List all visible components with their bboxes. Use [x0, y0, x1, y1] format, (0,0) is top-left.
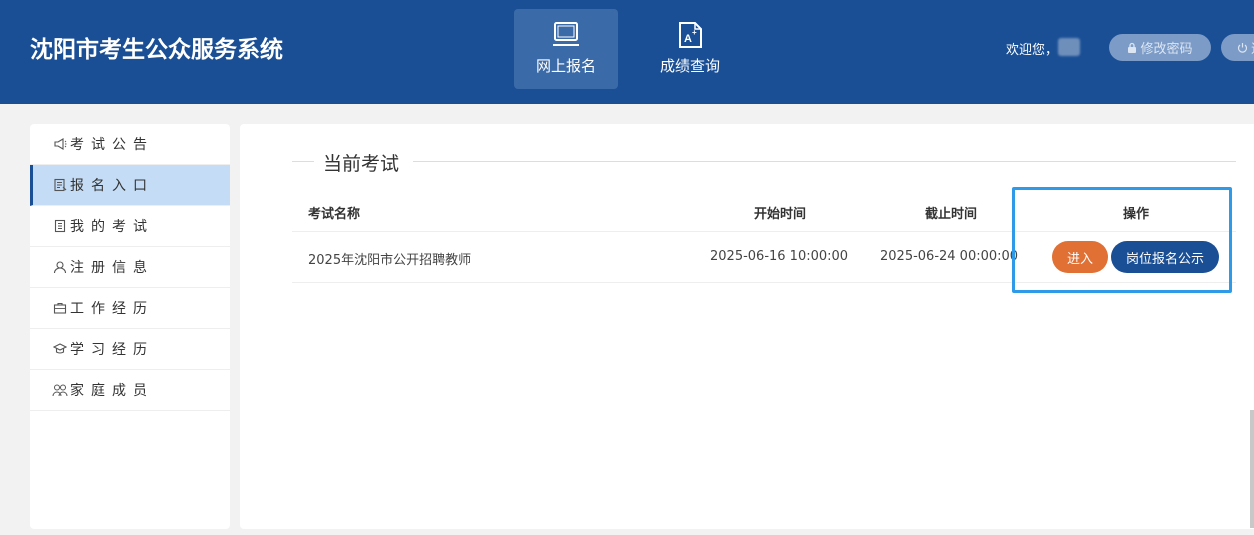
position-registration-announcement-button[interactable]: 岗位报名公示: [1111, 241, 1219, 273]
nav-grade-query[interactable]: A + 成绩查询: [638, 9, 742, 89]
exam-name-cell: 2025年沈阳市公开招聘教师: [308, 253, 472, 268]
divider: [292, 161, 314, 162]
svg-text:+: +: [692, 28, 697, 37]
sidebar-item-family-members[interactable]: 家庭成员: [30, 370, 230, 411]
change-password-label: 修改密码: [1140, 42, 1193, 57]
sidebar-item-work-experience[interactable]: 工作经历: [30, 288, 230, 329]
sidebar: 考试公告 报名入口 我的考试 注册信息 工作经历 学习经历 家庭成员: [30, 124, 230, 529]
graduation-cap-icon: [52, 341, 68, 357]
main-panel: 当前考试 考试名称 开始时间 截止时间 操作 2025年沈阳市公开招聘教师 20…: [240, 124, 1254, 529]
sidebar-item-label: 家庭成员: [70, 383, 154, 399]
family-icon: [52, 382, 68, 398]
actions-highlight-box: [1012, 187, 1232, 293]
lock-icon: [1128, 42, 1137, 53]
row-divider: [292, 282, 1236, 283]
nav-label: 网上报名: [535, 57, 596, 75]
enter-button[interactable]: 进入: [1052, 241, 1108, 273]
form-icon: [52, 177, 68, 193]
sidebar-item-my-exams[interactable]: 我的考试: [30, 206, 230, 247]
column-header-actions: 操作: [1123, 207, 1150, 222]
megaphone-icon: [52, 136, 68, 152]
sidebar-item-education[interactable]: 学习经历: [30, 329, 230, 370]
laptop-icon: [553, 22, 579, 46]
sidebar-item-label: 报名入口: [70, 178, 154, 194]
grade-document-icon: A +: [679, 22, 702, 48]
sidebar-item-label: 工作经历: [70, 301, 154, 317]
end-time-cell: 2025-06-24 00:00:00: [880, 249, 1019, 264]
power-icon: [1237, 43, 1248, 53]
nav-label: 成绩查询: [659, 57, 720, 75]
section-title: 当前考试: [323, 153, 400, 175]
sidebar-item-exam-notices[interactable]: 考试公告: [30, 124, 230, 165]
briefcase-icon: [52, 300, 68, 316]
column-header-start-time: 开始时间: [754, 207, 807, 222]
user-icon: [52, 259, 68, 275]
logout-button[interactable]: 退: [1221, 34, 1254, 61]
app-title: 沈阳市考生公众服务系统: [30, 37, 283, 63]
top-header: 沈阳市考生公众服务系统 网上报名 A + 成绩查询 欢迎您， 修改密码 退: [0, 0, 1254, 104]
exam-book-icon: [52, 218, 68, 234]
sidebar-item-label: 我的考试: [70, 219, 154, 235]
svg-text:A: A: [684, 33, 692, 45]
column-header-exam-name: 考试名称: [308, 207, 361, 222]
username-blurred: [1058, 38, 1080, 56]
sidebar-item-label: 考试公告: [70, 137, 154, 153]
sidebar-item-registration-entry[interactable]: 报名入口: [30, 165, 230, 206]
start-time-cell: 2025-06-16 10:00:00: [710, 249, 849, 264]
scrollbar[interactable]: [1250, 410, 1254, 528]
nav-online-registration[interactable]: 网上报名: [514, 9, 618, 89]
header-row-divider: [292, 231, 1236, 232]
change-password-button[interactable]: 修改密码: [1109, 34, 1211, 61]
divider: [413, 161, 1236, 162]
sidebar-item-label: 学习经历: [70, 342, 154, 358]
sidebar-item-registration-info[interactable]: 注册信息: [30, 247, 230, 288]
sidebar-item-label: 注册信息: [70, 260, 154, 276]
column-header-end-time: 截止时间: [925, 207, 978, 222]
welcome-text: 欢迎您，: [1006, 43, 1059, 58]
